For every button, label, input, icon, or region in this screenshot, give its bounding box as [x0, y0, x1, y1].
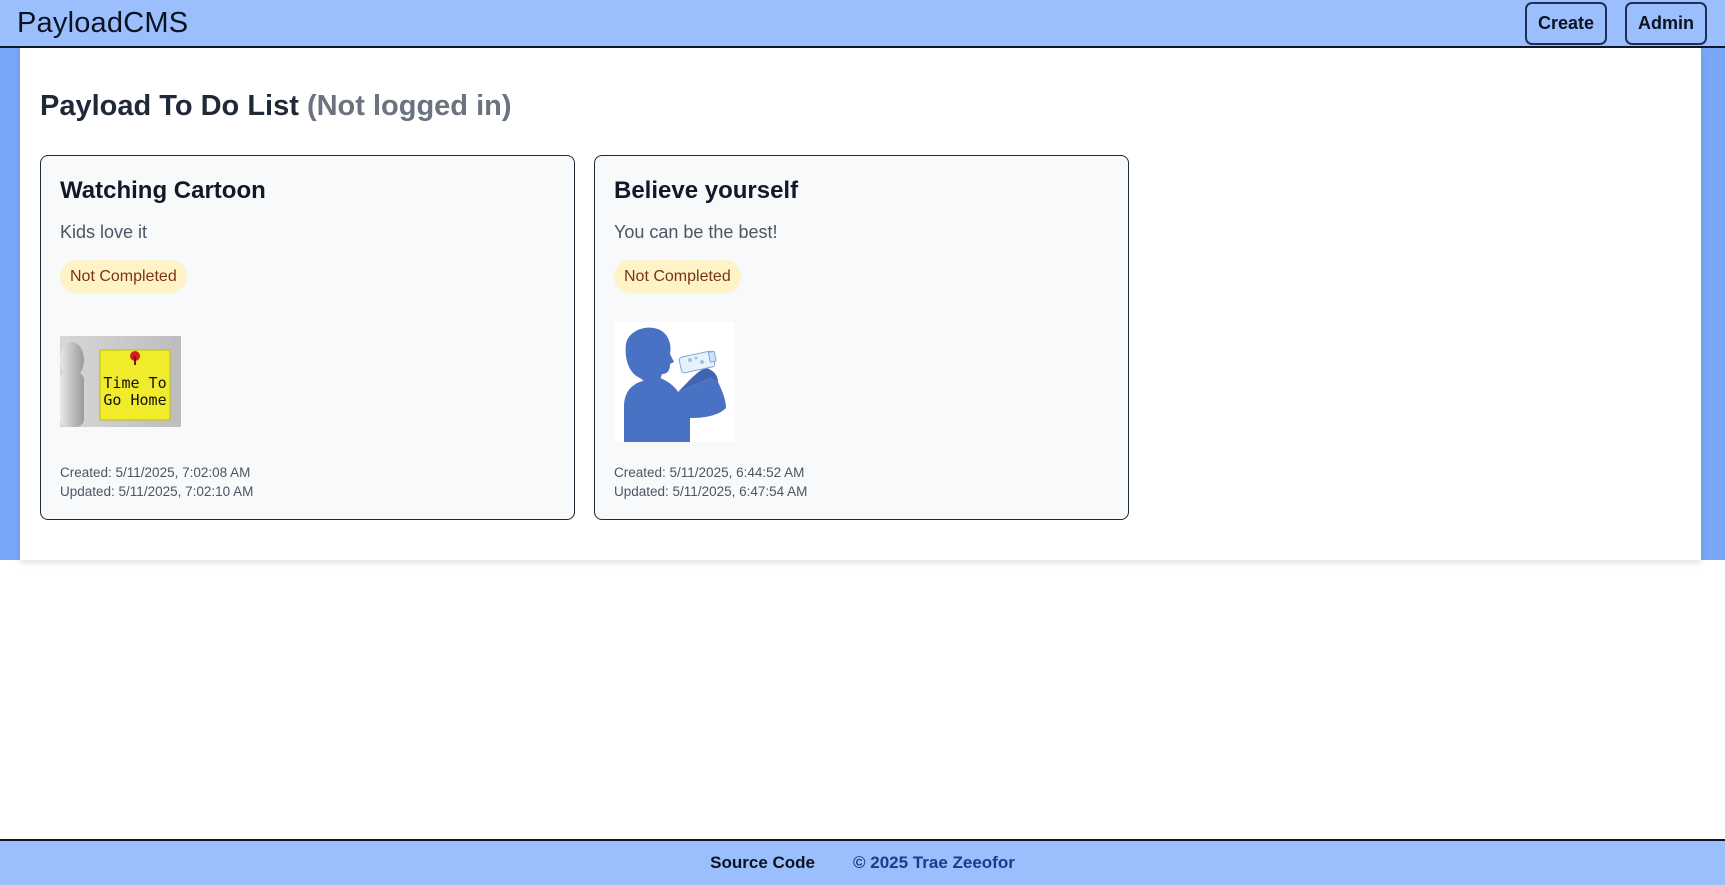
- updated-timestamp: Updated: 5/11/2025, 7:02:10 AM: [60, 484, 254, 499]
- todo-card[interactable]: Watching Cartoon Kids love it Not Comple…: [40, 155, 575, 520]
- header-nav: Create Admin: [1524, 1, 1707, 45]
- todo-image: [614, 322, 735, 442]
- create-button[interactable]: Create: [1524, 1, 1607, 45]
- todo-image: Time To Go Home: [60, 336, 181, 427]
- sticky-note-line1: Time To: [103, 374, 166, 392]
- todo-description: Kids love it: [60, 222, 148, 242]
- updated-timestamp: Updated: 5/11/2025, 6:47:54 AM: [614, 484, 808, 499]
- main-band: Payload To Do List (Not logged in) Watch…: [0, 48, 1725, 560]
- status-badge: Not Completed: [614, 260, 741, 293]
- admin-button[interactable]: Admin: [1625, 1, 1707, 45]
- site-header: PayloadCMS Create Admin: [0, 0, 1725, 48]
- copyright-text: © 2025 Trae Zeeofor: [853, 853, 1015, 872]
- main-content: Payload To Do List (Not logged in) Watch…: [20, 48, 1701, 560]
- todo-title: Watching Cartoon: [60, 177, 266, 204]
- todo-description: You can be the best!: [614, 222, 778, 242]
- sticky-note-image: Time To Go Home: [60, 336, 181, 427]
- todo-card[interactable]: Believe yourself You can be the best! No…: [594, 155, 1129, 520]
- created-timestamp: Created: 5/11/2025, 6:44:52 AM: [614, 465, 805, 480]
- page-title-text: Payload To Do List: [40, 90, 299, 122]
- todo-meta: Created: 5/11/2025, 7:02:08 AM Updated: …: [60, 463, 253, 501]
- drinking-water-silhouette-image: [614, 322, 735, 442]
- status-badge: Not Completed: [60, 260, 187, 293]
- sticky-note-line2: Go Home: [103, 391, 166, 409]
- page-title: Payload To Do List (Not logged in): [40, 90, 512, 123]
- todo-meta: Created: 5/11/2025, 6:44:52 AM Updated: …: [614, 463, 807, 501]
- brand-logo-text[interactable]: PayloadCMS: [17, 7, 188, 40]
- login-status-text: (Not logged in): [306, 90, 512, 122]
- created-timestamp: Created: 5/11/2025, 7:02:08 AM: [60, 465, 251, 480]
- site-footer: Source Code © 2025 Trae Zeeofor: [0, 839, 1725, 885]
- todo-title: Believe yourself: [614, 177, 799, 204]
- source-code-link[interactable]: Source Code: [710, 853, 815, 873]
